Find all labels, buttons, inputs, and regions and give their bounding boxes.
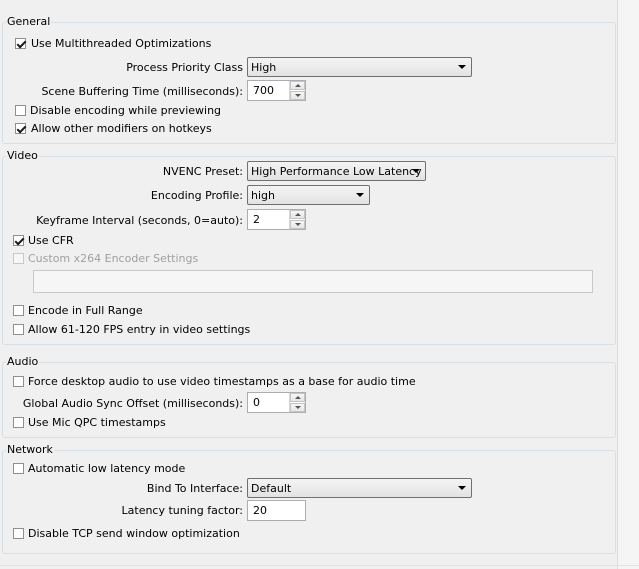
- keyframe-interval-label: Keyframe Interval (seconds, 0=auto):: [36, 214, 243, 227]
- custom-x264-label: Custom x264 Encoder Settings: [28, 252, 199, 265]
- disable-tcp-checkbox[interactable]: [13, 528, 24, 539]
- allow-fps-label[interactable]: Allow 61-120 FPS entry in video settings: [28, 323, 250, 337]
- keyframe-interval-spinbox[interactable]: 2: [247, 209, 306, 230]
- use-multithreaded-label[interactable]: Use Multithreaded Optimizations: [31, 37, 211, 51]
- bind-interface-select[interactable]: Default: [247, 478, 472, 498]
- encoding-profile-value: high: [251, 189, 275, 202]
- spin-down-icon[interactable]: [290, 403, 305, 412]
- network-group-title: Network: [6, 443, 54, 456]
- spin-up-icon[interactable]: [290, 393, 305, 402]
- keyframe-interval-stepper: [289, 210, 305, 229]
- chevron-down-icon: [458, 65, 466, 69]
- nvenc-preset-label: NVENC Preset:: [162, 165, 243, 178]
- scene-buffering-label: Scene Buffering Time (milliseconds):: [41, 85, 243, 98]
- mic-qpc-checkbox[interactable]: [13, 417, 24, 428]
- allow-fps-checkbox[interactable]: [13, 324, 24, 335]
- audio-group-title: Audio: [6, 355, 40, 368]
- scene-buffering-spinbox[interactable]: 700: [247, 80, 306, 101]
- scene-buffering-stepper: [289, 81, 305, 100]
- latency-factor-value: 20: [253, 504, 267, 517]
- audio-sync-offset-label: Global Audio Sync Offset (milliseconds):: [22, 397, 243, 410]
- encode-full-range-checkbox[interactable]: [13, 305, 24, 316]
- custom-x264-settings-field[interactable]: [33, 270, 593, 293]
- encode-full-range-label[interactable]: Encode in Full Range: [28, 304, 143, 318]
- disable-tcp-label[interactable]: Disable TCP send window optimization: [28, 527, 240, 541]
- low-latency-checkbox[interactable]: [13, 463, 24, 474]
- keyframe-interval-value: 2: [253, 213, 260, 226]
- spin-down-icon[interactable]: [290, 220, 305, 229]
- audio-sync-offset-stepper: [289, 393, 305, 412]
- force-desktop-audio-checkbox[interactable]: [13, 376, 24, 387]
- disable-encoding-label[interactable]: Disable encoding while previewing: [30, 104, 221, 118]
- use-multithreaded-checkbox[interactable]: [15, 38, 26, 49]
- spin-down-icon[interactable]: [290, 91, 305, 100]
- nvenc-preset-value: High Performance Low Latency: [251, 165, 422, 178]
- disable-encoding-checkbox[interactable]: [15, 105, 26, 116]
- chevron-down-icon: [412, 169, 420, 173]
- use-cfr-label[interactable]: Use CFR: [28, 234, 74, 248]
- bottom-divider: [0, 565, 639, 566]
- encoding-profile-select[interactable]: high: [247, 185, 370, 205]
- chevron-down-icon: [458, 486, 466, 490]
- spin-up-icon[interactable]: [290, 81, 305, 90]
- allow-modifiers-checkbox[interactable]: [15, 123, 26, 134]
- audio-sync-offset-spinbox[interactable]: 0: [247, 392, 306, 413]
- allow-modifiers-label[interactable]: Allow other modifiers on hotkeys: [31, 122, 212, 136]
- audio-sync-offset-value: 0: [253, 396, 260, 409]
- nvenc-preset-select[interactable]: High Performance Low Latency: [247, 161, 426, 181]
- use-cfr-checkbox[interactable]: [13, 235, 24, 246]
- bind-interface-value: Default: [251, 482, 292, 495]
- encoding-profile-label: Encoding Profile:: [150, 189, 243, 202]
- force-desktop-audio-label[interactable]: Force desktop audio to use video timesta…: [28, 375, 416, 389]
- custom-x264-checkbox[interactable]: [13, 253, 24, 264]
- mic-qpc-label[interactable]: Use Mic QPC timestamps: [28, 416, 166, 430]
- bind-interface-label: Bind To Interface:: [146, 482, 243, 495]
- video-group-title: Video: [6, 149, 39, 162]
- general-group-title: General: [6, 15, 52, 28]
- process-priority-label: Process Priority Class: [126, 61, 243, 74]
- chevron-down-icon: [356, 193, 364, 197]
- process-priority-select[interactable]: High: [247, 57, 472, 77]
- low-latency-label[interactable]: Automatic low latency mode: [28, 462, 185, 476]
- process-priority-value: High: [251, 61, 277, 74]
- spin-up-icon[interactable]: [290, 210, 305, 219]
- window-right-edge: [617, 0, 639, 569]
- latency-factor-field[interactable]: 20: [247, 500, 306, 521]
- latency-factor-label: Latency tuning factor:: [121, 504, 243, 517]
- scene-buffering-value: 700: [253, 84, 274, 97]
